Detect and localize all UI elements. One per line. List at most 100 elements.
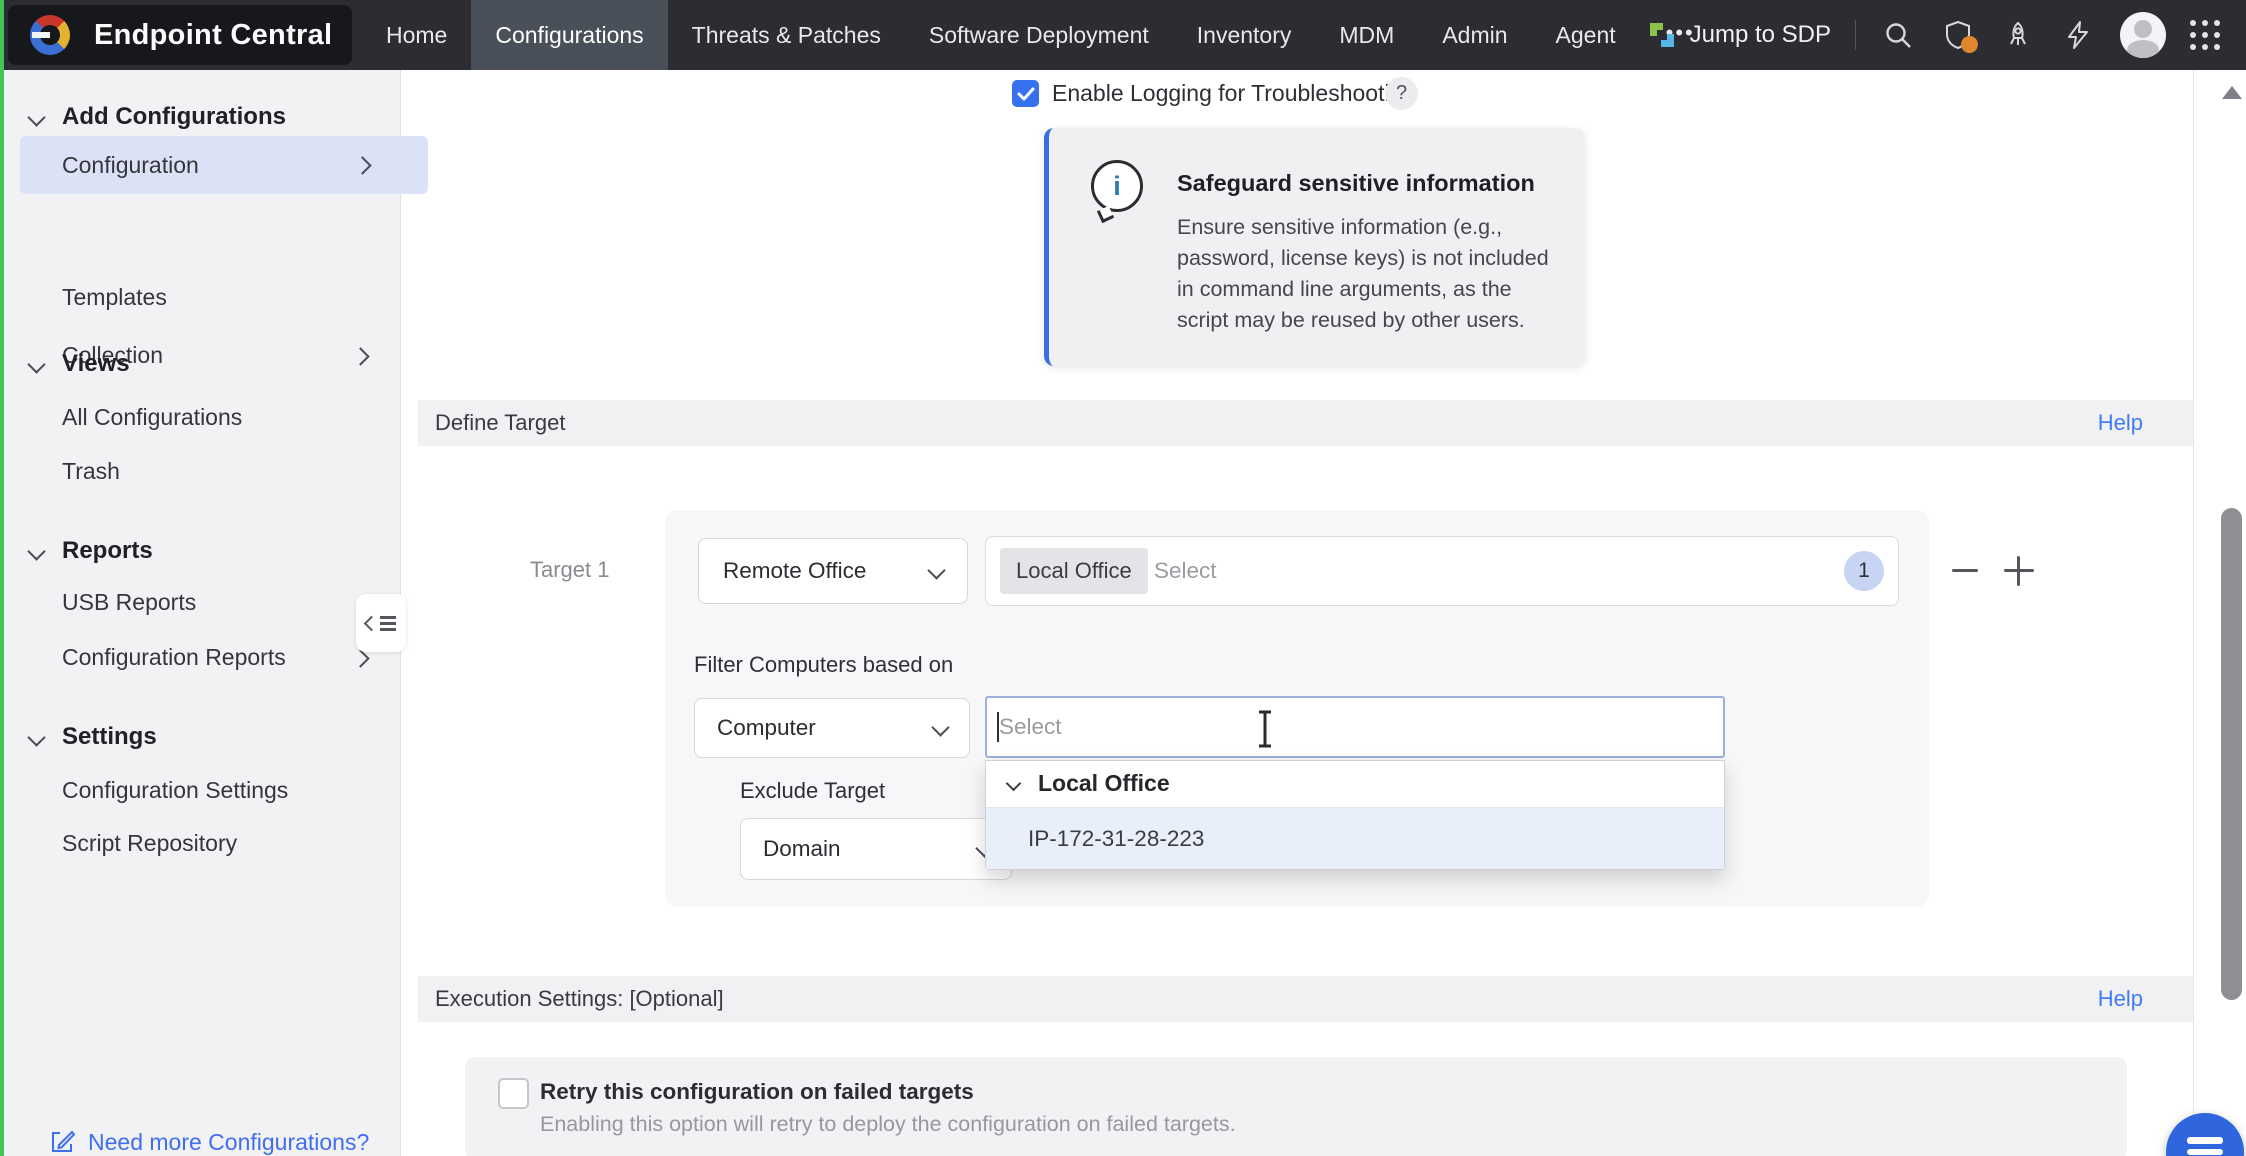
chevron-down-icon: [931, 718, 949, 736]
exclude-type-select[interactable]: Domain: [740, 818, 1012, 880]
sidebar-section-add-configurations[interactable]: Add Configurations: [4, 93, 458, 141]
dropdown-item-label: IP-172-31-28-223: [1028, 808, 1204, 869]
exclude-target-label: Exclude Target: [740, 778, 885, 804]
sidebar-item-label: Templates: [62, 284, 167, 310]
main-nav: Home Configurations Threats & Patches So…: [362, 0, 1721, 70]
filter-type-value: Computer: [717, 699, 816, 757]
chat-fab-button[interactable]: [2166, 1113, 2244, 1156]
screen-left-edge: [0, 0, 4, 1156]
apps-grid-icon[interactable]: [2190, 20, 2220, 50]
chevron-down-icon: [1006, 776, 1022, 792]
dropdown-item-ip-172-31-28-223[interactable]: IP-172-31-28-223: [986, 808, 1724, 869]
sidebar-item-configuration-settings[interactable]: Configuration Settings: [4, 766, 458, 814]
shield-alert-dot: [1961, 36, 1978, 53]
retry-description: Enabling this option will retry to deplo…: [540, 1112, 1236, 1137]
plus-icon: [2017, 556, 2020, 586]
sidebar-section-title: Settings: [62, 723, 157, 750]
define-target-section-bar: Define Target Help: [418, 400, 2193, 446]
nav-item-configurations[interactable]: Configurations: [471, 0, 667, 70]
ibeam-cursor-icon: [1255, 706, 1275, 752]
lightning-icon[interactable]: [2060, 17, 2096, 53]
sidebar: Add Configurations Configuration Templat…: [4, 70, 401, 1156]
enable-logging-checkbox[interactable]: [1012, 80, 1039, 107]
scrollbar-up-arrow[interactable]: [2222, 86, 2242, 99]
sidebar-item-label: Trash: [62, 458, 120, 484]
chevron-left-icon: [364, 615, 380, 631]
local-office-tag[interactable]: Local Office: [1000, 548, 1148, 594]
sidebar-item-configuration[interactable]: Configuration: [20, 136, 428, 194]
minus-icon: [1952, 569, 1978, 572]
filter-computers-label: Filter Computers based on: [694, 652, 953, 678]
menu-lines-icon: [380, 616, 396, 619]
remove-target-button[interactable]: [1948, 554, 1982, 588]
retry-checkbox[interactable]: [498, 1078, 529, 1109]
top-navbar: Endpoint Central Home Configurations Thr…: [0, 0, 2246, 70]
selected-count-badge: 1: [1844, 551, 1884, 591]
sidebar-item-templates[interactable]: Templates: [4, 273, 458, 321]
menu-line-icon: [2187, 1149, 2223, 1156]
navbar-divider: [1855, 20, 1856, 50]
sidebar-section-title: Views: [62, 350, 130, 377]
need-more-configurations-link[interactable]: Need more Configurations?: [48, 1128, 369, 1156]
target-type-select[interactable]: Remote Office: [698, 538, 968, 604]
sidebar-item-script-repository[interactable]: Script Repository: [4, 819, 458, 867]
info-icon: i: [1091, 160, 1143, 212]
target-1-label: Target 1: [530, 557, 610, 583]
sidebar-collapse-button[interactable]: [356, 594, 406, 652]
help-question-badge[interactable]: ?: [1385, 77, 1418, 110]
nav-item-threats-patches[interactable]: Threats & Patches: [668, 0, 905, 70]
user-avatar[interactable]: [2120, 12, 2166, 58]
chevron-down-icon: [27, 542, 45, 560]
menu-line-icon: [2187, 1137, 2223, 1144]
search-icon[interactable]: [1880, 17, 1916, 53]
execution-settings-help-link[interactable]: Help: [2098, 976, 2143, 1022]
chevron-right-icon: [351, 649, 369, 667]
chevron-down-icon: [27, 728, 45, 746]
sidebar-item-all-configurations[interactable]: All Configurations: [4, 393, 458, 441]
chevron-down-icon: [27, 355, 45, 373]
filter-placeholder: Select: [999, 698, 1062, 756]
computer-filter-search-input[interactable]: Select: [985, 696, 1725, 758]
dropdown-group-local-office[interactable]: Local Office: [986, 761, 1724, 808]
retry-option-card: [465, 1057, 2127, 1156]
sidebar-item-label: USB Reports: [62, 589, 196, 615]
scrollbar-thumb[interactable]: [2221, 508, 2242, 1000]
define-target-help-link[interactable]: Help: [2098, 400, 2143, 446]
security-shield-icon[interactable]: [1940, 17, 1976, 53]
pencil-icon: [48, 1128, 76, 1156]
nav-item-software-deployment[interactable]: Software Deployment: [905, 0, 1173, 70]
chevron-down-icon: [927, 561, 945, 579]
sidebar-item-label: Configuration: [62, 152, 199, 178]
chevron-right-icon: [353, 156, 371, 174]
need-more-configurations-label: Need more Configurations?: [88, 1129, 369, 1156]
jump-to-sdp-button[interactable]: Jump to SDP: [1646, 19, 1831, 51]
filter-type-select[interactable]: Computer: [694, 698, 970, 758]
nav-item-inventory[interactable]: Inventory: [1173, 0, 1316, 70]
remote-office-scope-select[interactable]: Local Office Select 1: [985, 536, 1899, 606]
enable-logging-label: Enable Logging for Troubleshooting: [1052, 80, 1415, 107]
navbar-right-cluster: Jump to SDP: [1646, 0, 2220, 70]
rocket-icon[interactable]: [2000, 17, 2036, 53]
nav-item-mdm[interactable]: MDM: [1315, 0, 1418, 70]
sidebar-section-settings[interactable]: Settings: [4, 713, 458, 761]
endpoint-central-logo-icon: [30, 15, 70, 55]
nav-item-admin[interactable]: Admin: [1418, 0, 1531, 70]
computer-select-dropdown: Local Office IP-172-31-28-223: [985, 760, 1725, 870]
safeguard-info-card: i Safeguard sensitive information Ensure…: [1044, 128, 1585, 366]
add-target-button[interactable]: [2002, 554, 2036, 588]
sidebar-item-trash[interactable]: Trash: [4, 447, 458, 495]
info-card-body: Ensure sensitive information (e.g., pass…: [1177, 212, 1561, 336]
scope-placeholder: Select: [1154, 537, 1217, 605]
sidebar-section-reports[interactable]: Reports: [4, 527, 458, 575]
sidebar-item-label: Configuration Settings: [62, 777, 288, 803]
brand-logo-box[interactable]: Endpoint Central: [8, 5, 352, 65]
nav-item-home[interactable]: Home: [362, 0, 471, 70]
chevron-down-icon: [27, 108, 45, 126]
jump-to-sdp-label: Jump to SDP: [1690, 21, 1831, 49]
retry-label: Retry this configuration on failed targe…: [540, 1078, 974, 1105]
nav-item-agent[interactable]: Agent: [1532, 0, 1640, 70]
jump-to-sdp-icon: [1646, 19, 1678, 51]
sidebar-section-views[interactable]: Views: [4, 340, 458, 388]
sidebar-item-label: Configuration Reports: [62, 644, 286, 670]
dropdown-group-label: Local Office: [1038, 761, 1170, 806]
